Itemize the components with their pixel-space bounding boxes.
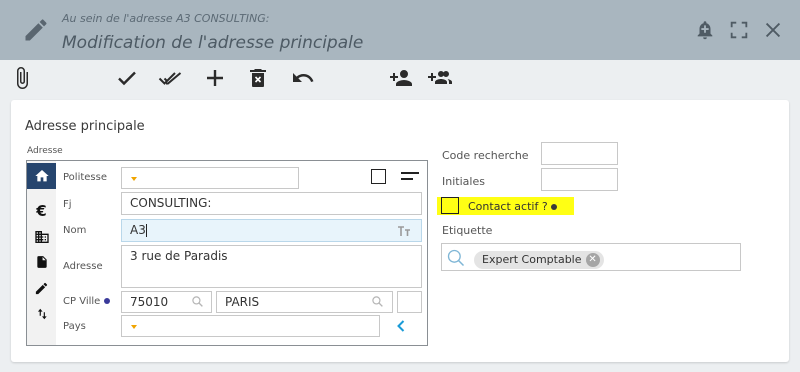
building-icon xyxy=(34,231,49,243)
fj-label: Fj xyxy=(63,199,72,210)
adresse-textarea[interactable]: 3 rue de Paradis xyxy=(121,245,422,288)
chevron-left-icon[interactable] xyxy=(396,320,406,332)
side-nav: € xyxy=(27,161,56,345)
code-recherche-label: Code recherche xyxy=(442,149,529,162)
check-icon[interactable] xyxy=(115,66,139,90)
dropdown-caret-icon xyxy=(131,177,137,181)
checkbox-icon[interactable] xyxy=(371,169,386,184)
text-format-icon[interactable] xyxy=(397,225,411,237)
address-group: € Politesse Fj CONSULTING: Nom A3 Adress… xyxy=(26,160,428,346)
search-icon xyxy=(447,249,465,267)
info-icon xyxy=(551,204,558,210)
menu-lines-icon[interactable] xyxy=(401,170,419,182)
nav-home[interactable] xyxy=(27,163,56,189)
nom-input[interactable]: A3 xyxy=(121,219,422,242)
home-icon xyxy=(34,170,49,182)
pencil-icon xyxy=(25,19,47,41)
initiales-input[interactable] xyxy=(541,168,618,191)
plus-icon[interactable] xyxy=(203,66,227,90)
card-title: Adresse principale xyxy=(25,119,145,134)
notification-add-icon[interactable] xyxy=(694,19,716,41)
nav-company[interactable] xyxy=(27,224,56,250)
pays-select[interactable] xyxy=(121,315,380,337)
nav-document[interactable] xyxy=(27,249,56,275)
nav-sort[interactable] xyxy=(27,301,56,327)
nom-label: Nom xyxy=(63,225,87,236)
politesse-select[interactable] xyxy=(121,167,299,189)
close-icon[interactable] xyxy=(762,19,784,41)
address-card: Adresse principale Adresse € Politesse F… xyxy=(11,100,789,362)
undo-icon[interactable] xyxy=(291,66,315,90)
fj-input[interactable]: CONSULTING: xyxy=(121,192,422,215)
tag-chip-label: Expert Comptable xyxy=(482,253,582,266)
pays-label: Pays xyxy=(63,321,86,332)
nav-edit[interactable] xyxy=(27,275,56,301)
group-add-icon[interactable] xyxy=(428,66,452,90)
sort-arrows-icon xyxy=(37,308,47,320)
politesse-label: Politesse xyxy=(63,172,107,183)
fullscreen-icon[interactable] xyxy=(728,19,750,41)
delete-icon[interactable] xyxy=(246,66,270,90)
person-add-icon[interactable] xyxy=(389,66,413,90)
dialog-header: Au sein de l'adresse A3 CONSULTING: Modi… xyxy=(0,0,800,60)
euro-icon: € xyxy=(36,201,47,220)
group-label-adresse: Adresse xyxy=(27,146,63,156)
nom-value: A3 xyxy=(130,223,146,237)
etiquette-label: Etiquette xyxy=(442,224,493,237)
contact-actif-label: Contact actif ? xyxy=(468,200,558,213)
adresse-label: Adresse xyxy=(63,261,103,272)
contact-actif-checkbox[interactable] xyxy=(441,197,459,214)
info-icon xyxy=(103,298,110,304)
ville-input[interactable]: PARIS xyxy=(216,291,393,313)
code-recherche-input[interactable] xyxy=(541,142,618,165)
initiales-label: Initiales xyxy=(442,175,485,188)
search-icon[interactable] xyxy=(191,295,204,308)
cp-extra-box[interactable] xyxy=(397,291,422,313)
paperclip-icon[interactable] xyxy=(10,66,34,90)
tag-chip: Expert Comptable ✕ xyxy=(474,251,604,269)
search-icon[interactable] xyxy=(371,295,384,308)
dropdown-caret-icon xyxy=(131,325,137,329)
document-icon xyxy=(36,256,47,268)
cp-ville-label: CP Ville xyxy=(63,296,110,307)
double-check-icon[interactable] xyxy=(158,66,182,90)
header-title: Modification de l'adresse principale xyxy=(62,33,364,53)
toolbar xyxy=(0,60,800,96)
etiquette-tag-input[interactable]: Expert Comptable ✕ xyxy=(441,243,741,271)
pencil-icon xyxy=(35,282,48,294)
nav-finance[interactable]: € xyxy=(27,198,56,224)
header-subtitle: Au sein de l'adresse A3 CONSULTING: xyxy=(62,12,270,25)
remove-tag-icon[interactable]: ✕ xyxy=(585,253,600,267)
